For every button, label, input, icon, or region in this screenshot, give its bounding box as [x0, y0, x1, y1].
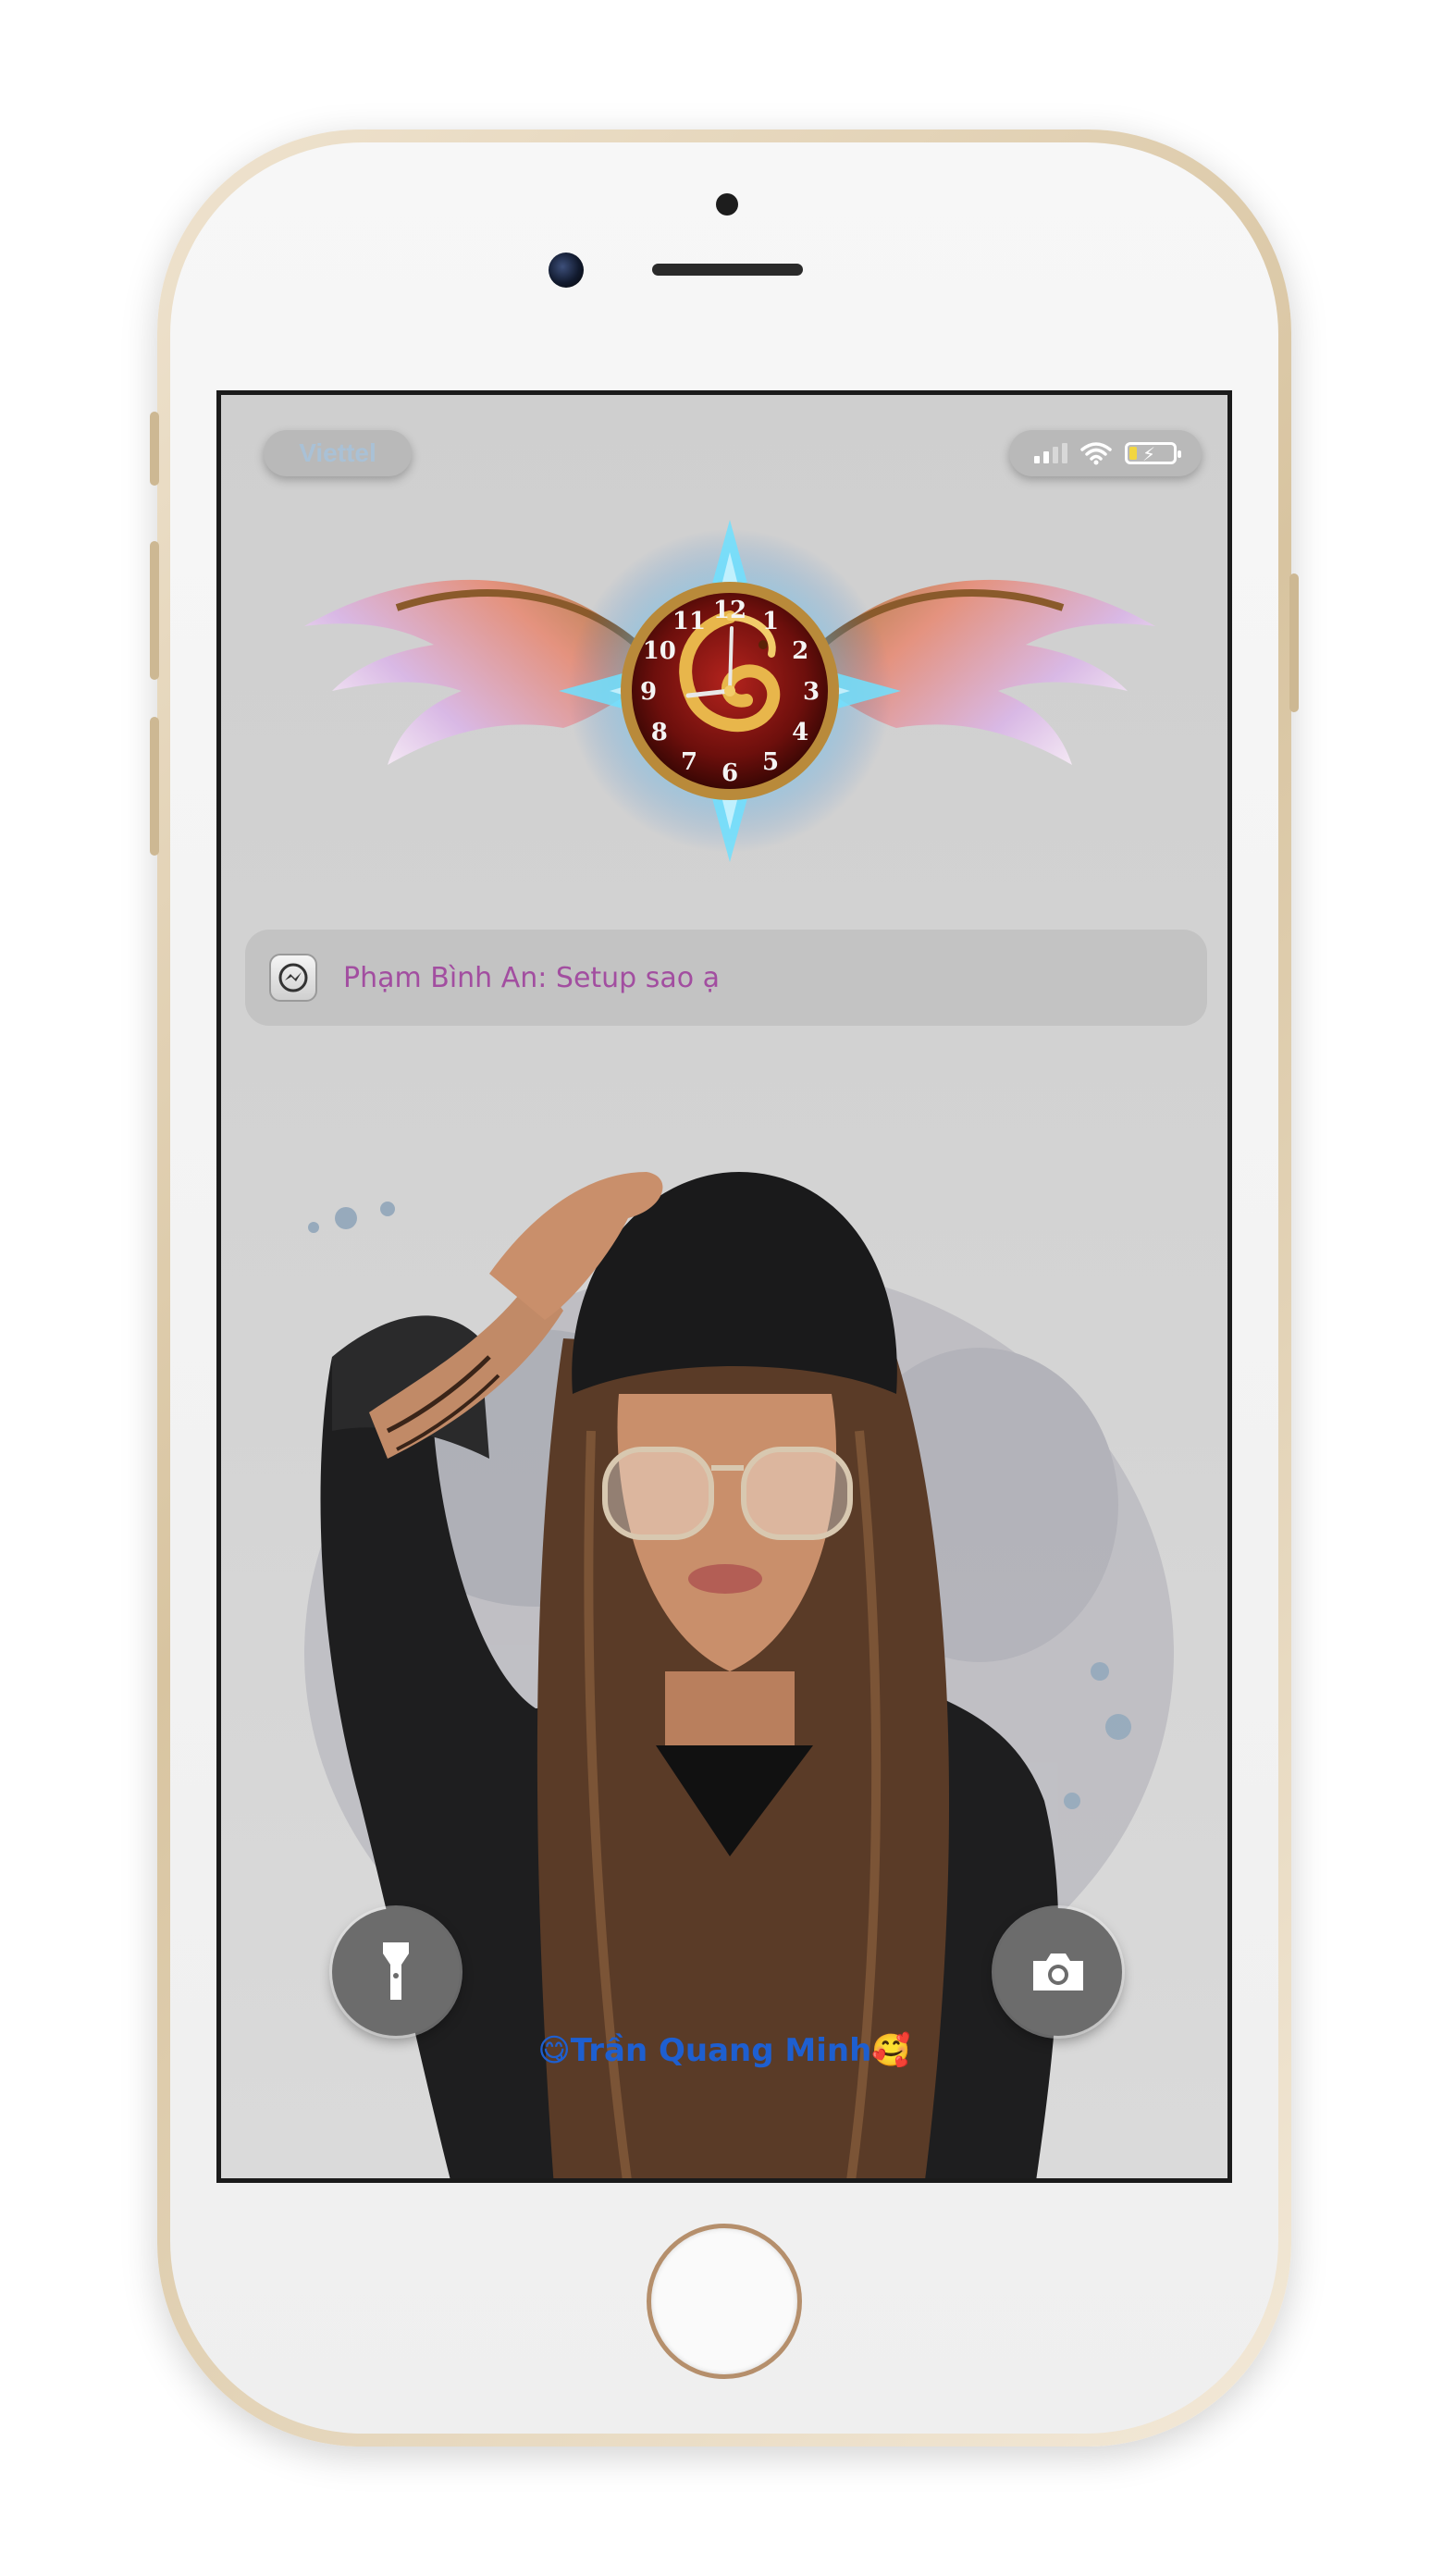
clock-numeral: 6: [722, 759, 738, 787]
clock-numeral: 8: [651, 719, 668, 746]
messenger-icon: [269, 954, 317, 1002]
camera-icon: [1033, 1954, 1083, 1991]
clock-numeral: 5: [762, 748, 779, 776]
proximity-sensor: [716, 193, 738, 216]
carrier-pill: Viettel: [264, 430, 412, 476]
power-button: [1289, 573, 1299, 712]
notification-text: Phạm Bình An: Setup sao ạ: [343, 961, 721, 994]
clock-numeral: 11: [672, 608, 706, 635]
volume-up-button: [150, 541, 159, 680]
signal-bars-icon: [1034, 443, 1067, 463]
silent-switch: [150, 412, 159, 486]
volume-down-button: [150, 717, 159, 856]
dragon-clock-widget: 12 12 3 45678 9 1011: [304, 520, 1155, 862]
carrier-label: Viettel: [299, 438, 376, 467]
minute-hand: [728, 626, 734, 693]
home-button[interactable]: [647, 2224, 802, 2379]
clock-numeral: 2: [792, 637, 808, 665]
clock-numeral: 10: [643, 637, 676, 665]
camera-button[interactable]: [994, 1908, 1122, 2036]
lock-screen: Viettel ⚡ 12 1 2 3 4 5 6 7 8 9 10 11 Phạ…: [216, 390, 1232, 2183]
status-indicators: ⚡: [1009, 430, 1202, 476]
battery-level-fill: [1129, 447, 1137, 460]
flashlight-button[interactable]: [332, 1908, 460, 2036]
front-camera: [549, 253, 584, 288]
earpiece-speaker: [652, 264, 803, 276]
owner-name-label: 😋Trần Quang Minh🥰: [537, 2032, 911, 2069]
charging-bolt-icon: ⚡: [1142, 443, 1156, 465]
clock-numeral: 9: [640, 678, 657, 706]
clock-numeral: 4: [792, 719, 808, 746]
messenger-notification[interactable]: Phạm Bình An: Setup sao ạ: [245, 930, 1207, 1026]
battery-charging-icon: ⚡: [1125, 442, 1181, 465]
clock-numeral: 12: [713, 597, 746, 624]
clock-numeral: 7: [681, 748, 697, 776]
flashlight-icon: [383, 1942, 409, 2000]
wifi-icon: [1080, 442, 1112, 465]
clock-numeral: 1: [762, 608, 779, 635]
clock-numeral: 3: [803, 678, 820, 706]
